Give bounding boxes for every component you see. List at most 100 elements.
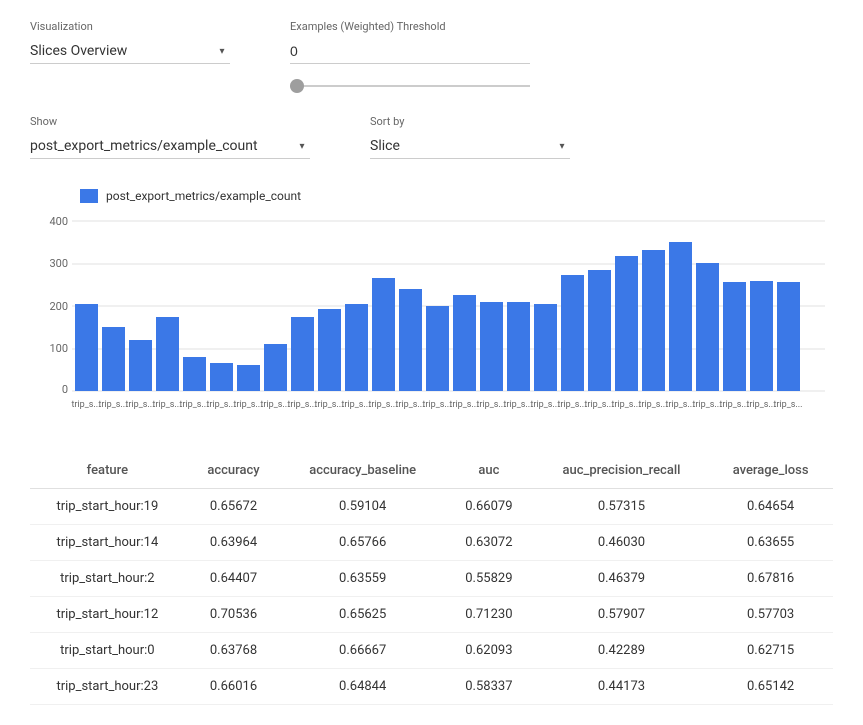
metric-cell: 0.71230 (443, 597, 535, 633)
svg-text:trip_s...: trip_s... (422, 400, 451, 410)
sortby-dropdown[interactable]: Slice ▾ (370, 134, 570, 159)
svg-text:400: 400 (49, 215, 68, 228)
svg-text:trip_s...: trip_s... (314, 400, 343, 410)
svg-text:trip_s...: trip_s... (584, 400, 613, 410)
chart-svg-container: 400 300 200 100 0 (30, 215, 833, 419)
data-table: feature accuracy accuracy_baseline auc a… (30, 453, 833, 705)
metric-cell: 0.64407 (185, 561, 283, 597)
svg-text:trip_s...: trip_s... (206, 400, 235, 410)
svg-text:trip_s...: trip_s... (368, 400, 397, 410)
col-header-accuracy-baseline: accuracy_baseline (282, 453, 443, 489)
svg-text:trip_s...: trip_s... (719, 400, 748, 410)
threshold-label: Examples (Weighted) Threshold (290, 20, 530, 33)
feature-cell: trip_start_hour:2 (30, 561, 185, 597)
svg-text:trip_s...: trip_s... (287, 400, 316, 410)
svg-text:trip_s...: trip_s... (692, 400, 721, 410)
metric-cell: 0.66016 (185, 669, 283, 705)
svg-text:trip_s...: trip_s... (773, 400, 802, 410)
feature-cell: trip_start_hour:23 (30, 669, 185, 705)
svg-text:trip_s...: trip_s... (503, 400, 532, 410)
chart-container: post_export_metrics/example_count 400 30… (30, 179, 833, 429)
table-body: trip_start_hour:190.656720.591040.660790… (30, 489, 833, 705)
threshold-slider[interactable] (290, 85, 530, 87)
svg-text:trip_s...: trip_s... (125, 400, 154, 410)
svg-text:trip_s...: trip_s... (476, 400, 505, 410)
header-row: feature accuracy accuracy_baseline auc a… (30, 453, 833, 489)
chart-legend: post_export_metrics/example_count (30, 189, 833, 203)
svg-text:trip_s...: trip_s... (260, 400, 289, 410)
metric-cell: 0.65142 (708, 669, 833, 705)
svg-text:trip_s...: trip_s... (665, 400, 694, 410)
sortby-control: Sort by Slice ▾ (370, 115, 570, 159)
show-value: post_export_metrics/example_count (30, 138, 294, 154)
metric-cell: 0.64844 (282, 669, 443, 705)
table-row: trip_start_hour:20.644070.635590.558290.… (30, 561, 833, 597)
col-header-average-loss: average_loss (708, 453, 833, 489)
col-header-auc-precision-recall: auc_precision_recall (535, 453, 709, 489)
svg-text:trip_s...: trip_s... (179, 400, 208, 410)
visualization-dropdown[interactable]: Slices Overview ▾ (30, 39, 230, 64)
threshold-control: Examples (Weighted) Threshold (290, 20, 530, 91)
feature-cell: trip_start_hour:14 (30, 525, 185, 561)
metric-cell: 0.63559 (282, 561, 443, 597)
visualization-control: Visualization Slices Overview ▾ (30, 20, 230, 64)
svg-text:trip_s...: trip_s... (71, 400, 100, 410)
svg-text:trip_s...: trip_s... (611, 400, 640, 410)
svg-text:trip_s...: trip_s... (557, 400, 586, 410)
svg-text:trip_s...: trip_s... (449, 400, 478, 410)
sortby-label: Sort by (370, 115, 570, 128)
metric-cell: 0.62093 (443, 633, 535, 669)
second-controls-row: Show post_export_metrics/example_count ▾… (30, 115, 833, 159)
metric-cell: 0.57315 (535, 489, 709, 525)
svg-text:100: 100 (49, 342, 68, 355)
visualization-arrow-icon: ▾ (214, 43, 230, 59)
table-row: trip_start_hour:190.656720.591040.660790… (30, 489, 833, 525)
metric-cell: 0.64654 (708, 489, 833, 525)
metric-cell: 0.55829 (443, 561, 535, 597)
table-container: feature accuracy accuracy_baseline auc a… (30, 453, 833, 705)
metric-cell: 0.63655 (708, 525, 833, 561)
sortby-arrow-icon: ▾ (554, 138, 570, 154)
metric-cell: 0.63072 (443, 525, 535, 561)
show-dropdown[interactable]: post_export_metrics/example_count ▾ (30, 134, 310, 159)
metric-cell: 0.46379 (535, 561, 709, 597)
feature-cell: trip_start_hour:0 (30, 633, 185, 669)
show-arrow-icon: ▾ (294, 138, 310, 154)
svg-text:300: 300 (49, 257, 68, 270)
feature-cell: trip_start_hour:19 (30, 489, 185, 525)
svg-text:trip_s...: trip_s... (638, 400, 667, 410)
col-header-auc: auc (443, 453, 535, 489)
metric-cell: 0.57907 (535, 597, 709, 633)
legend-label: post_export_metrics/example_count (106, 189, 301, 203)
legend-color-box (80, 189, 98, 203)
table-row: trip_start_hour:230.660160.648440.583370… (30, 669, 833, 705)
feature-cell: trip_start_hour:12 (30, 597, 185, 633)
svg-text:trip_s...: trip_s... (746, 400, 775, 410)
metric-cell: 0.42289 (535, 633, 709, 669)
svg-text:trip_s...: trip_s... (98, 400, 127, 410)
visualization-label: Visualization (30, 20, 230, 33)
metric-cell: 0.67816 (708, 561, 833, 597)
svg-text:200: 200 (49, 300, 68, 313)
svg-text:0: 0 (62, 383, 68, 396)
metric-cell: 0.65766 (282, 525, 443, 561)
metric-cell: 0.66667 (282, 633, 443, 669)
threshold-slider-container (290, 76, 530, 91)
svg-text:trip_s...: trip_s... (341, 400, 370, 410)
metric-cell: 0.63964 (185, 525, 283, 561)
col-header-accuracy: accuracy (185, 453, 283, 489)
metric-cell: 0.65672 (185, 489, 283, 525)
table-header: feature accuracy accuracy_baseline auc a… (30, 453, 833, 489)
metric-cell: 0.59104 (282, 489, 443, 525)
table-row: trip_start_hour:140.639640.657660.63072 0… (30, 525, 833, 561)
col-header-feature: feature (30, 453, 185, 489)
bar-chart: 400 300 200 100 0 (30, 215, 830, 415)
svg-text:trip_s...: trip_s... (152, 400, 181, 410)
metric-cell: 0.65625 (282, 597, 443, 633)
svg-text:trip_s...: trip_s... (233, 400, 262, 410)
svg-text:trip_s...: trip_s... (530, 400, 559, 410)
metric-cell: 0.62715 (708, 633, 833, 669)
metric-cell: 0.70536 (185, 597, 283, 633)
threshold-input[interactable] (290, 39, 530, 64)
sortby-value: Slice (370, 138, 554, 154)
